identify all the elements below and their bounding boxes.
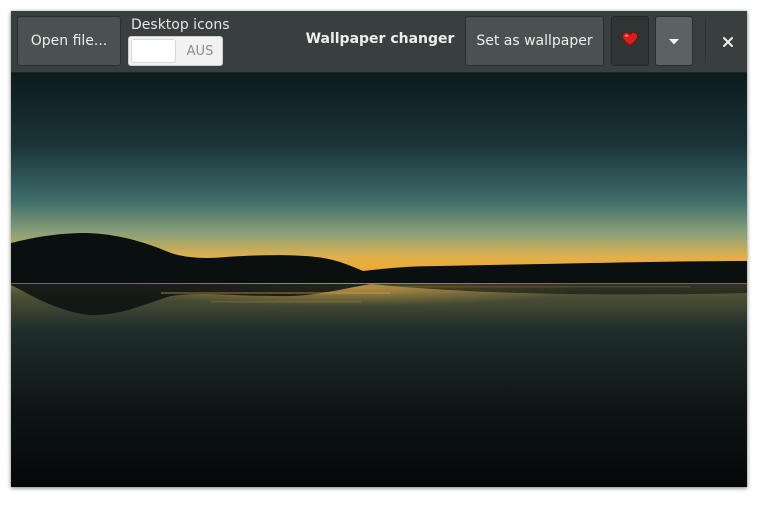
headerbar: Open file... Desktop icons AUS Wallpaper… [11,11,747,73]
window-title: Wallpaper changer [305,31,455,47]
favorite-button[interactable] [611,16,649,66]
app-window: Open file... Desktop icons AUS Wallpaper… [11,11,747,487]
header-separator [705,19,706,63]
heart-icon [622,32,638,50]
wallpaper-preview [11,73,747,487]
close-icon [722,32,733,51]
desktop-icons-label: Desktop icons [131,17,230,33]
open-file-button[interactable]: Open file... [17,16,121,66]
set-as-wallpaper-button[interactable]: Set as wallpaper [465,16,604,66]
switch-state-label: AUS [186,43,214,59]
menu-button[interactable] [655,16,693,66]
chevron-down-icon [669,33,679,49]
desktop-icons-switch[interactable]: AUS [128,36,223,66]
switch-knob[interactable] [131,39,176,63]
close-button[interactable] [711,16,744,66]
